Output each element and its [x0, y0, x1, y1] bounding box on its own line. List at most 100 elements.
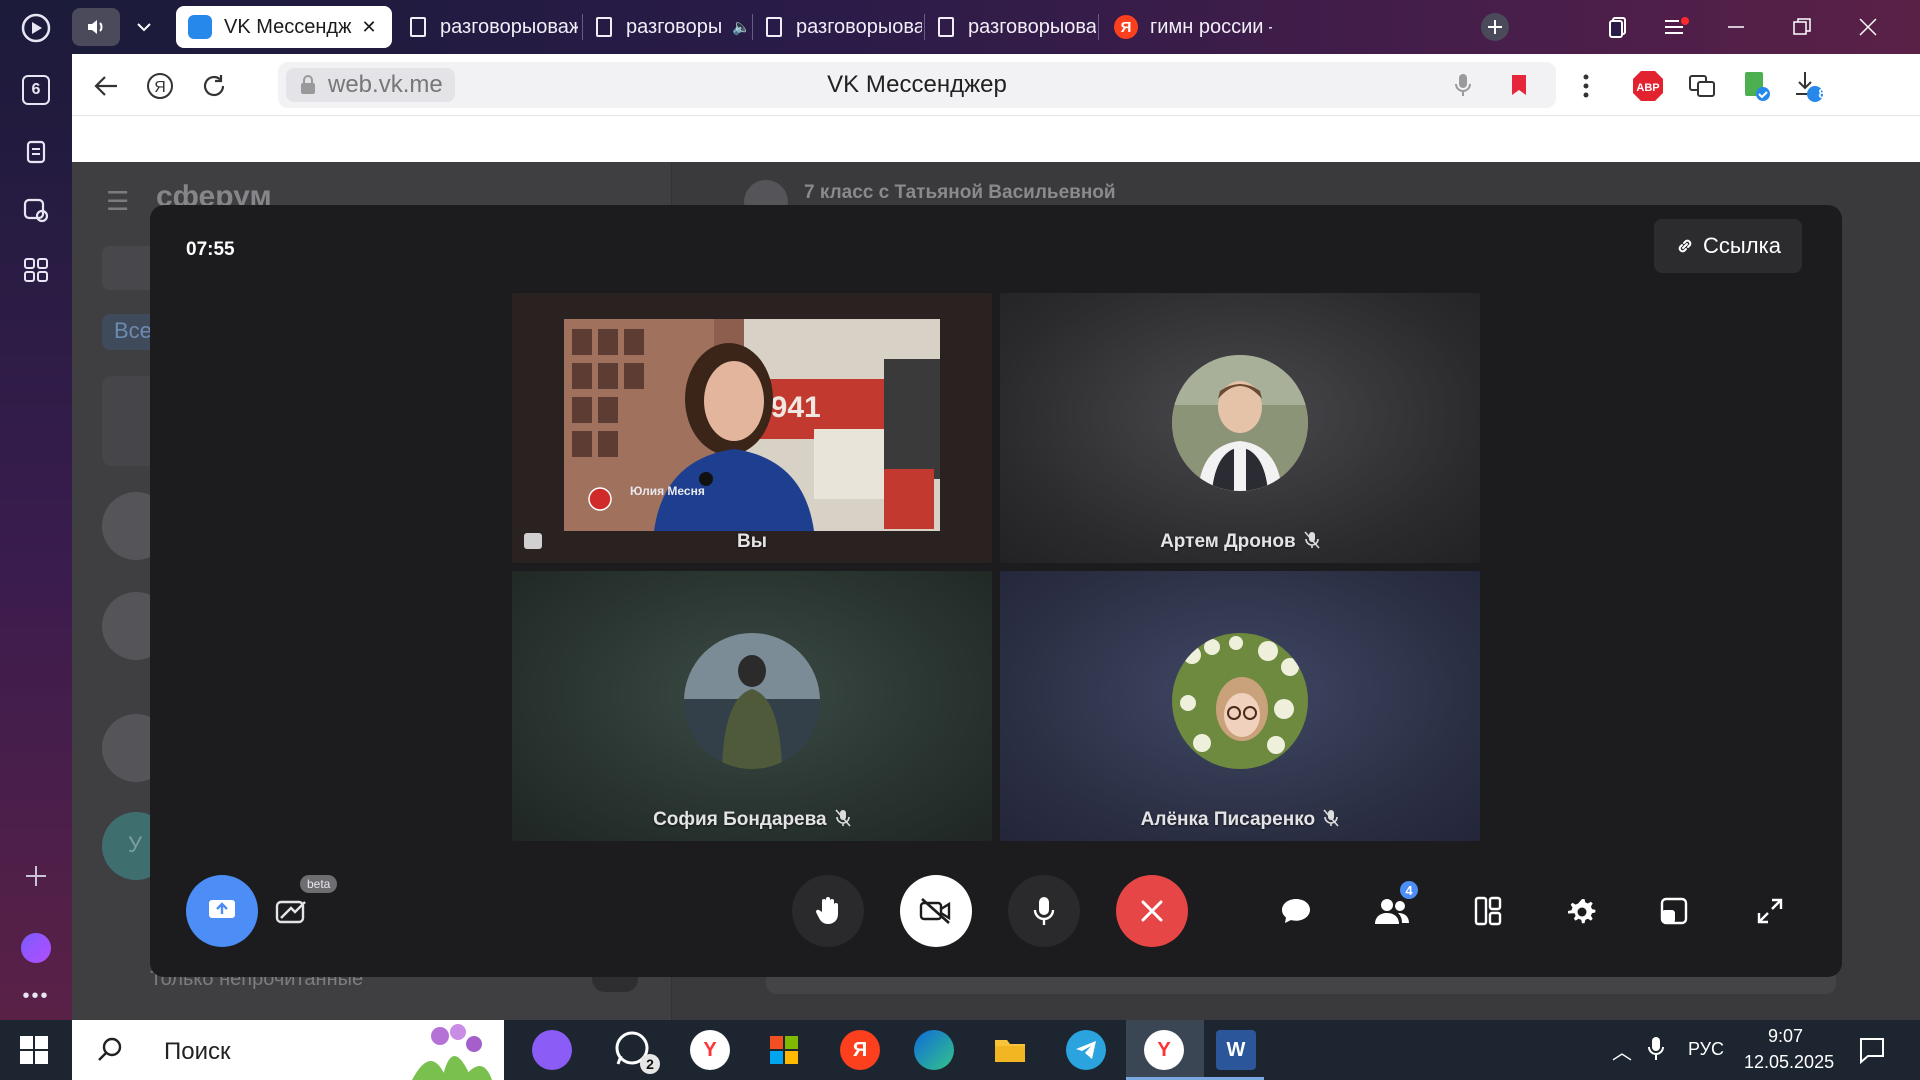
taskbar-search[interactable]: Поиск [72, 1020, 504, 1080]
tab-doc-1[interactable]: разговорыоваж [398, 6, 578, 48]
tab-vk-messenger[interactable]: VK Мессендж ✕ [176, 6, 392, 48]
word-icon: W [1216, 1030, 1256, 1070]
svg-text:Я: Я [154, 79, 166, 96]
fullscreen-icon [1757, 898, 1783, 924]
chat-title: 7 класс с Татьяной Васильевной [804, 182, 1116, 203]
participant-name: София Бондарева [512, 809, 992, 831]
pip-button[interactable] [1650, 887, 1698, 935]
microphone-icon [1033, 897, 1055, 925]
participants-button[interactable]: 4 [1368, 879, 1420, 935]
services-grid-icon[interactable] [18, 252, 54, 288]
clock-date[interactable]: 12.05.2025 [1744, 1052, 1834, 1073]
participant-tile[interactable]: Артем Дронов [1000, 293, 1480, 563]
video-badge-name: Юлия Месня [630, 484, 705, 498]
start-icon[interactable] [20, 1036, 48, 1069]
raise-hand-button[interactable] [792, 875, 864, 947]
microphone-button[interactable] [1008, 875, 1080, 947]
tab-doc-3[interactable]: разговорыоваж [754, 6, 922, 48]
close-window-icon[interactable] [1848, 8, 1888, 46]
bookmark-icon[interactable] [1510, 73, 1528, 102]
hang-up-button[interactable] [1116, 875, 1188, 947]
tabs-count: 6 [22, 75, 50, 105]
taskbar-active-app[interactable]: Y [1126, 1020, 1204, 1080]
restore-icon[interactable] [1782, 8, 1822, 46]
address-bar[interactable]: web.vk.me VK Мессенджер [278, 62, 1556, 108]
yandex-browser-active-icon: Y [1144, 1030, 1184, 1070]
participants-icon [1375, 899, 1409, 924]
self-video-feed: 1941 Юлия Месня [564, 319, 940, 531]
whatsapp-icon[interactable]: 2 [614, 1030, 660, 1074]
pip-icon [1660, 897, 1688, 925]
share-screen-button[interactable] [186, 875, 258, 947]
settings-button[interactable] [1558, 887, 1606, 935]
telegram-icon[interactable] [1066, 1030, 1106, 1070]
settings-icon [1568, 899, 1596, 924]
back-icon[interactable] [86, 66, 126, 106]
hamburger-icon[interactable]: ☰ [106, 186, 129, 217]
audio-playing-icon[interactable]: 🔈 [732, 18, 750, 36]
effects-icon [275, 900, 306, 924]
yandex-logo-icon[interactable]: Я [140, 66, 180, 106]
word-app[interactable]: W [1204, 1020, 1264, 1080]
alice-icon[interactable] [18, 930, 54, 966]
effects-button[interactable] [268, 887, 316, 935]
adblock-label: ABP [1636, 82, 1659, 94]
adblock-icon[interactable]: ABP [1628, 66, 1668, 106]
page-title: VK Мессенджер [827, 71, 1007, 98]
edge-icon[interactable] [914, 1030, 954, 1070]
chat-button[interactable] [1272, 887, 1320, 935]
call-timer: 07:55 [186, 239, 235, 260]
menu-icon[interactable] [1656, 8, 1696, 46]
store-icon[interactable] [764, 1030, 804, 1070]
notifications-icon[interactable] [1858, 1036, 1886, 1069]
minimize-icon[interactable] [1716, 8, 1756, 46]
tab-label: гимн россии — Я [1150, 15, 1272, 38]
search-icon [98, 1037, 122, 1061]
document-icon [766, 17, 782, 37]
yandex-icon[interactable]: Я [840, 1030, 880, 1070]
camera-toggle-button[interactable] [900, 875, 972, 947]
layout-button[interactable] [1464, 887, 1512, 935]
file-explorer-icon[interactable] [990, 1030, 1030, 1070]
add-icon[interactable] [18, 858, 54, 894]
page-header-strip [72, 116, 1920, 162]
yandex-browser-icon[interactable]: Y [690, 1030, 730, 1070]
bookmarks-icon[interactable] [1598, 8, 1638, 46]
fullscreen-button[interactable] [1746, 887, 1794, 935]
collections-icon[interactable] [18, 134, 54, 170]
tray-mic-icon[interactable] [1648, 1036, 1664, 1067]
tab-doc-2[interactable]: разговоры 🔈 ✕ [584, 6, 750, 48]
extension-icon[interactable] [1736, 66, 1776, 106]
sound-icon[interactable] [72, 8, 120, 46]
downloads-count: 8 [1818, 86, 1826, 101]
more-icon[interactable]: ••• [18, 978, 54, 1014]
reload-icon[interactable] [194, 66, 234, 106]
screenshot-icon[interactable] [18, 192, 54, 228]
participant-tile[interactable]: София Бондарева [512, 571, 992, 841]
downloads-icon[interactable]: 8 [1788, 66, 1828, 106]
language-indicator[interactable]: РУС [1688, 1039, 1724, 1060]
alice-app-icon[interactable] [532, 1030, 572, 1070]
translate-icon[interactable] [1682, 66, 1722, 106]
voice-search-icon[interactable] [1454, 72, 1472, 103]
tab-doc-4[interactable]: разговорыоваж [926, 6, 1096, 48]
player-icon[interactable] [18, 10, 54, 46]
vk-icon [188, 15, 212, 39]
flowers-icon [412, 1024, 492, 1080]
tab-yandex-search[interactable]: Я гимн россии — Я [1102, 6, 1272, 48]
clock-time[interactable]: 9:07 [1768, 1026, 1803, 1047]
participant-tile[interactable]: Алёнка Писаренко [1000, 571, 1480, 841]
close-icon[interactable]: ✕ [361, 17, 376, 38]
document-icon [938, 17, 954, 37]
tabs-dropdown-icon[interactable] [124, 8, 164, 46]
more-vertical-icon[interactable] [1566, 66, 1606, 106]
tabs-count-icon[interactable]: 6 [18, 72, 54, 108]
tab-label: VK Мессендж [224, 15, 352, 38]
participant-tile-self[interactable]: 1941 Юлия Месня Вы [512, 293, 992, 563]
tray-expand-icon[interactable]: ︿ [1612, 1036, 1632, 1065]
copy-link-button[interactable]: Ссылка [1654, 219, 1802, 273]
new-tab-icon[interactable] [1476, 8, 1514, 46]
beta-badge: beta [300, 875, 338, 893]
link-icon [1678, 239, 1692, 253]
raise-hand-icon [815, 897, 838, 924]
